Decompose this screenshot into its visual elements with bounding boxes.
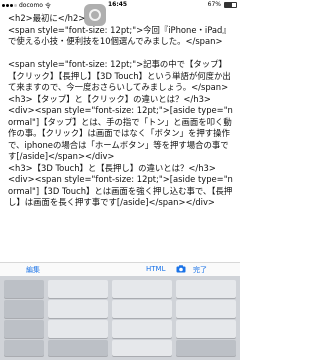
keyboard-key[interactable] — [112, 320, 172, 338]
keyboard-key[interactable] — [48, 280, 108, 298]
keyboard-key[interactable] — [176, 280, 236, 298]
keyboard-key[interactable] — [48, 320, 108, 338]
keyboard-key[interactable] — [4, 300, 44, 318]
signal-strength-icon — [2, 4, 17, 7]
html-button[interactable]: HTML — [146, 265, 165, 273]
assistive-touch-button[interactable] — [84, 4, 106, 26]
network-icon: 令 — [44, 3, 51, 10]
carrier-name: docomo — [19, 2, 43, 9]
keyboard-toolbar: 編集 HTML 完了 — [0, 262, 240, 276]
keyboard-key[interactable] — [112, 340, 172, 356]
done-button[interactable]: 完了 — [193, 265, 207, 275]
keyboard-key[interactable] — [176, 300, 236, 318]
keyboard-key[interactable] — [112, 280, 172, 298]
keyboard-key[interactable] — [112, 300, 172, 318]
keyboard-key[interactable] — [4, 280, 44, 298]
edit-button[interactable]: 編集 — [26, 265, 40, 275]
keyboard-key[interactable] — [176, 320, 236, 338]
status-time: 16:45 — [108, 1, 128, 8]
keyboard-key[interactable] — [4, 340, 44, 356]
carrier-info: docomo 令 — [2, 1, 51, 10]
keyboard-key[interactable] — [48, 340, 108, 356]
keyboard-key[interactable] — [48, 300, 108, 318]
html-editor[interactable]: <h2>最初に</h2> <span style="font-size: 12p… — [8, 13, 234, 257]
battery-info: 67% — [208, 1, 237, 8]
status-bar: docomo 令 16:45 67% — [0, 0, 240, 10]
battery-percent: 67% — [207, 1, 221, 8]
keyboard-area[interactable] — [0, 276, 240, 360]
camera-icon[interactable] — [176, 265, 186, 273]
keyboard-key[interactable] — [4, 320, 44, 338]
keyboard-key[interactable] — [176, 340, 236, 356]
battery-icon — [224, 1, 237, 8]
